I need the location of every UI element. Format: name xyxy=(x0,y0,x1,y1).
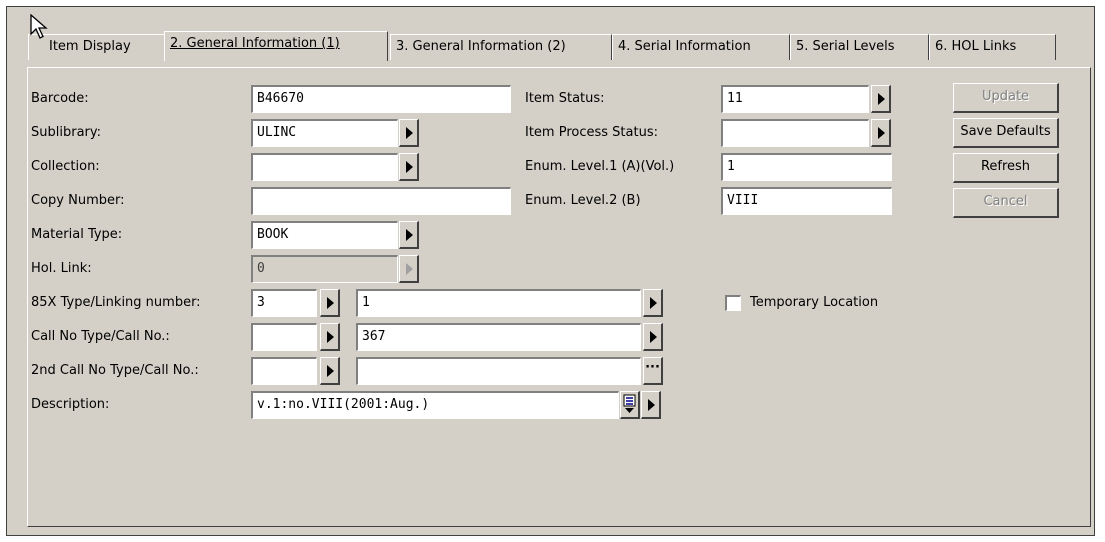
call-no-2-type-field[interactable] xyxy=(251,357,317,385)
hol-link-arrow-icon xyxy=(399,255,419,283)
call-no-field[interactable]: 367 xyxy=(356,323,641,351)
linking-number-label: 85X Type/Linking number: xyxy=(31,295,201,310)
linking-type-field[interactable]: 3 xyxy=(251,289,317,317)
copy-number-field[interactable] xyxy=(251,187,511,215)
item-process-status-label: Item Process Status: xyxy=(525,125,658,140)
tab-general-information-2-label: 3. General Information (2) xyxy=(396,39,566,54)
refresh-button-label: Refresh xyxy=(980,159,1031,174)
enum-level-2-field[interactable]: VIII xyxy=(721,187,892,215)
collection-field[interactable] xyxy=(251,153,398,181)
barcode-label: Barcode: xyxy=(31,91,89,106)
hol-link-field: 0 xyxy=(251,255,398,283)
enum-level-2-label: Enum. Level.2 (B) xyxy=(525,193,641,208)
description-list-icon[interactable] xyxy=(620,391,640,419)
call-no-label: Call No Type/Call No.: xyxy=(31,329,170,344)
description-label: Description: xyxy=(31,397,110,412)
linking-type-arrow-icon[interactable] xyxy=(320,289,340,317)
tab-hol-links-label: 6. HOL Links xyxy=(935,39,1017,54)
tab-item-display[interactable]: Item Display xyxy=(28,34,165,60)
save-defaults-button-label: Save Defaults xyxy=(960,124,1051,139)
sublibrary-field[interactable]: ULINC xyxy=(251,119,398,147)
item-form-window: Item Display 2. General Information (1) … xyxy=(6,6,1095,536)
save-defaults-button[interactable]: Save Defaults xyxy=(953,118,1059,148)
mouse-cursor-icon xyxy=(30,14,48,39)
item-status-arrow-icon[interactable] xyxy=(871,85,891,113)
tab-serial-information[interactable]: 4. Serial Information xyxy=(612,34,790,60)
sublibrary-label: Sublibrary: xyxy=(31,125,102,140)
enum-level-1-field[interactable]: 1 xyxy=(721,153,892,181)
tab-item-display-label: Item Display xyxy=(49,39,131,54)
tab-general-information-1[interactable]: 2. General Information (1) xyxy=(164,31,388,61)
hol-link-label: Hol. Link: xyxy=(31,261,92,276)
material-type-label: Material Type: xyxy=(31,227,123,242)
temporary-location-label: Temporary Location xyxy=(750,295,879,310)
tab-serial-levels[interactable]: 5. Serial Levels xyxy=(790,34,929,60)
update-button-label: Update xyxy=(981,89,1030,104)
call-no-2-label: 2nd Call No Type/Call No.: xyxy=(31,363,199,378)
description-arrow-icon[interactable] xyxy=(641,391,661,419)
call-no-type-arrow-icon[interactable] xyxy=(320,323,340,351)
material-type-arrow-icon[interactable] xyxy=(399,221,419,249)
material-type-field[interactable]: BOOK xyxy=(251,221,398,249)
tab-hol-links[interactable]: 6. HOL Links xyxy=(929,34,1056,60)
call-no-2-field[interactable] xyxy=(356,357,641,385)
cancel-button[interactable]: Cancel xyxy=(953,188,1059,218)
call-no-arrow-icon[interactable] xyxy=(643,323,663,351)
linking-number-field[interactable]: 1 xyxy=(356,289,641,317)
collection-label: Collection: xyxy=(31,159,100,174)
item-process-status-arrow-icon[interactable] xyxy=(871,119,891,147)
item-status-label: Item Status: xyxy=(525,91,605,106)
general-information-panel: Barcode: Sublibrary: Collection: Copy Nu… xyxy=(27,67,1091,527)
collection-arrow-icon[interactable] xyxy=(399,153,419,181)
linking-number-arrow-icon[interactable] xyxy=(643,289,663,317)
item-status-field[interactable]: 11 xyxy=(721,85,869,113)
tab-serial-levels-label: 5. Serial Levels xyxy=(796,39,895,54)
sublibrary-arrow-icon[interactable] xyxy=(399,119,419,147)
barcode-field[interactable]: B46670 xyxy=(251,85,511,113)
tab-general-information-2[interactable]: 3. General Information (2) xyxy=(390,34,612,60)
call-no-2-ellipsis-icon[interactable]: ··· xyxy=(643,357,663,385)
item-process-status-field[interactable] xyxy=(721,119,869,147)
cancel-button-label: Cancel xyxy=(983,194,1028,209)
temporary-location-checkbox[interactable] xyxy=(725,295,741,311)
update-button[interactable]: Update xyxy=(953,83,1059,113)
refresh-button[interactable]: Refresh xyxy=(953,153,1059,183)
copy-number-label: Copy Number: xyxy=(31,193,125,208)
description-field[interactable]: v.1:no.VIII(2001:Aug.) xyxy=(251,391,619,419)
call-no-type-field[interactable] xyxy=(251,323,317,351)
call-no-2-type-arrow-icon[interactable] xyxy=(320,357,340,385)
tab-serial-information-label: 4. Serial Information xyxy=(618,39,751,54)
enum-level-1-label: Enum. Level.1 (A)(Vol.) xyxy=(525,159,675,174)
tab-general-information-1-label: 2. General Information (1) xyxy=(170,36,340,51)
